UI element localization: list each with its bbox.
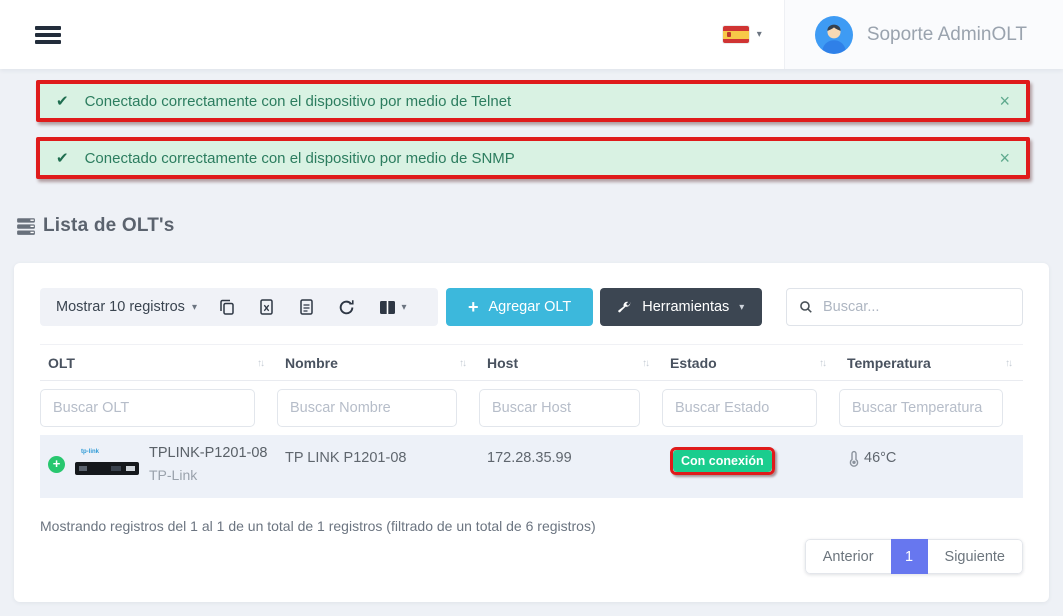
close-icon[interactable]: ×	[999, 92, 1010, 110]
wrench-icon	[618, 300, 632, 314]
tools-dropdown-button[interactable]: Herramientas ▾	[600, 288, 762, 326]
chevron-down-icon: ▾	[401, 302, 406, 313]
column-header-olt[interactable]: OLT ↑↓	[40, 345, 277, 380]
document-icon	[299, 299, 314, 315]
sort-icon[interactable]: ↑↓	[459, 358, 473, 369]
tools-label: Herramientas	[642, 299, 729, 315]
filter-temperatura-input[interactable]	[839, 389, 1003, 427]
copy-icon	[219, 299, 235, 315]
alert-snmp: ✔ Conectado correctamente con el disposi…	[40, 141, 1026, 175]
status-badge: Con conexión	[673, 450, 772, 472]
add-olt-label: Agregar OLT	[489, 299, 572, 315]
table-filter-row	[40, 381, 1023, 435]
column-header-estado[interactable]: Estado ↑↓	[662, 345, 839, 380]
annotation-box-telnet: ✔ Conectado correctamente con el disposi…	[36, 80, 1030, 122]
chevron-down-icon: ▾	[192, 302, 197, 313]
search-icon	[799, 299, 813, 315]
alert-snmp-text: Conectado correctamente con el dispositi…	[85, 150, 515, 167]
pagination-prev-button[interactable]: Anterior	[805, 539, 891, 574]
filter-nombre-input[interactable]	[277, 389, 457, 427]
table-header-row: OLT ↑↓ Nombre ↑↓ Host ↑↓ Estado ↑↓ Tempe…	[40, 344, 1023, 381]
pagination-next-button[interactable]: Siguiente	[928, 539, 1023, 574]
check-icon: ✔	[56, 149, 69, 167]
export-excel-button[interactable]	[247, 288, 287, 326]
close-icon[interactable]: ×	[999, 149, 1010, 167]
filter-olt-input[interactable]	[40, 389, 255, 427]
plus-icon: +	[468, 297, 479, 318]
user-menu[interactable]: Soporte AdminOLT	[784, 0, 1063, 69]
search-input[interactable]	[823, 299, 1010, 315]
alert-telnet-text: Conectado correctamente con el dispositi…	[85, 93, 512, 110]
cell-temperatura: 46°C	[839, 435, 1025, 498]
copy-button[interactable]	[207, 288, 247, 326]
excel-file-icon	[259, 299, 274, 315]
annotation-box-estado: Con conexión	[670, 447, 775, 475]
sort-icon[interactable]: ↑↓	[642, 358, 656, 369]
thermometer-icon	[847, 450, 861, 467]
sort-icon[interactable]: ↑↓	[257, 358, 271, 369]
olt-brand: TP-Link	[149, 467, 267, 483]
table-row[interactable]: + tp-link TPLINK-P1201-08 TP-Link TP LIN…	[40, 435, 1023, 498]
annotation-box-snmp: ✔ Conectado correctamente con el disposi…	[36, 137, 1030, 179]
expand-row-button[interactable]: +	[48, 456, 65, 473]
refresh-icon	[338, 299, 355, 316]
temperature-value: 46°C	[864, 450, 896, 466]
records-per-page-label: Mostrar 10 registros	[56, 299, 185, 315]
page-heading: Lista de OLT's	[16, 215, 1063, 237]
chevron-down-icon: ▾	[739, 302, 744, 313]
top-navbar: ▾ Soporte AdminOLT	[0, 0, 1063, 69]
alert-telnet: ✔ Conectado correctamente con el disposi…	[40, 84, 1026, 118]
cell-estado: Con conexión	[662, 435, 839, 498]
refresh-button[interactable]	[327, 288, 367, 326]
export-file-button[interactable]	[287, 288, 327, 326]
menu-toggle-icon[interactable]	[35, 23, 61, 47]
column-header-temperatura[interactable]: Temperatura ↑↓	[839, 345, 1025, 380]
cell-nombre: TP LINK P1201-08	[277, 435, 479, 498]
chevron-down-icon: ▾	[757, 29, 762, 40]
column-header-host[interactable]: Host ↑↓	[479, 345, 662, 380]
datatable-buttons: Mostrar 10 registros ▾	[40, 288, 438, 326]
olt-device-image: tp-link	[75, 447, 139, 481]
spain-flag-icon	[723, 26, 749, 43]
olt-id: TPLINK-P1201-08	[149, 445, 267, 461]
page-title: Lista de OLT's	[43, 215, 175, 237]
server-list-icon	[16, 216, 36, 236]
sort-icon[interactable]: ↑↓	[819, 358, 833, 369]
column-visibility-dropdown[interactable]: ▾	[367, 288, 419, 326]
add-olt-button[interactable]: + Agregar OLT	[446, 288, 593, 326]
cell-host: 172.28.35.99	[479, 435, 662, 498]
pagination: Anterior 1 Siguiente	[40, 539, 1023, 574]
avatar	[815, 16, 853, 54]
records-per-page-dropdown[interactable]: Mostrar 10 registros ▾	[40, 299, 207, 315]
filter-estado-input[interactable]	[662, 389, 817, 427]
column-header-nombre[interactable]: Nombre ↑↓	[277, 345, 479, 380]
check-icon: ✔	[56, 92, 69, 110]
olt-table-card: Mostrar 10 registros ▾	[14, 263, 1049, 602]
language-selector[interactable]: ▾	[701, 26, 784, 43]
sort-icon[interactable]: ↑↓	[1005, 358, 1019, 369]
table-info-text: Mostrando registros del 1 al 1 de un tot…	[40, 518, 1023, 534]
user-name: Soporte AdminOLT	[867, 24, 1027, 46]
columns-icon	[379, 300, 396, 315]
pagination-page-1[interactable]: 1	[891, 539, 928, 574]
global-search	[786, 288, 1023, 326]
filter-host-input[interactable]	[479, 389, 640, 427]
avatar-icon	[815, 16, 853, 54]
